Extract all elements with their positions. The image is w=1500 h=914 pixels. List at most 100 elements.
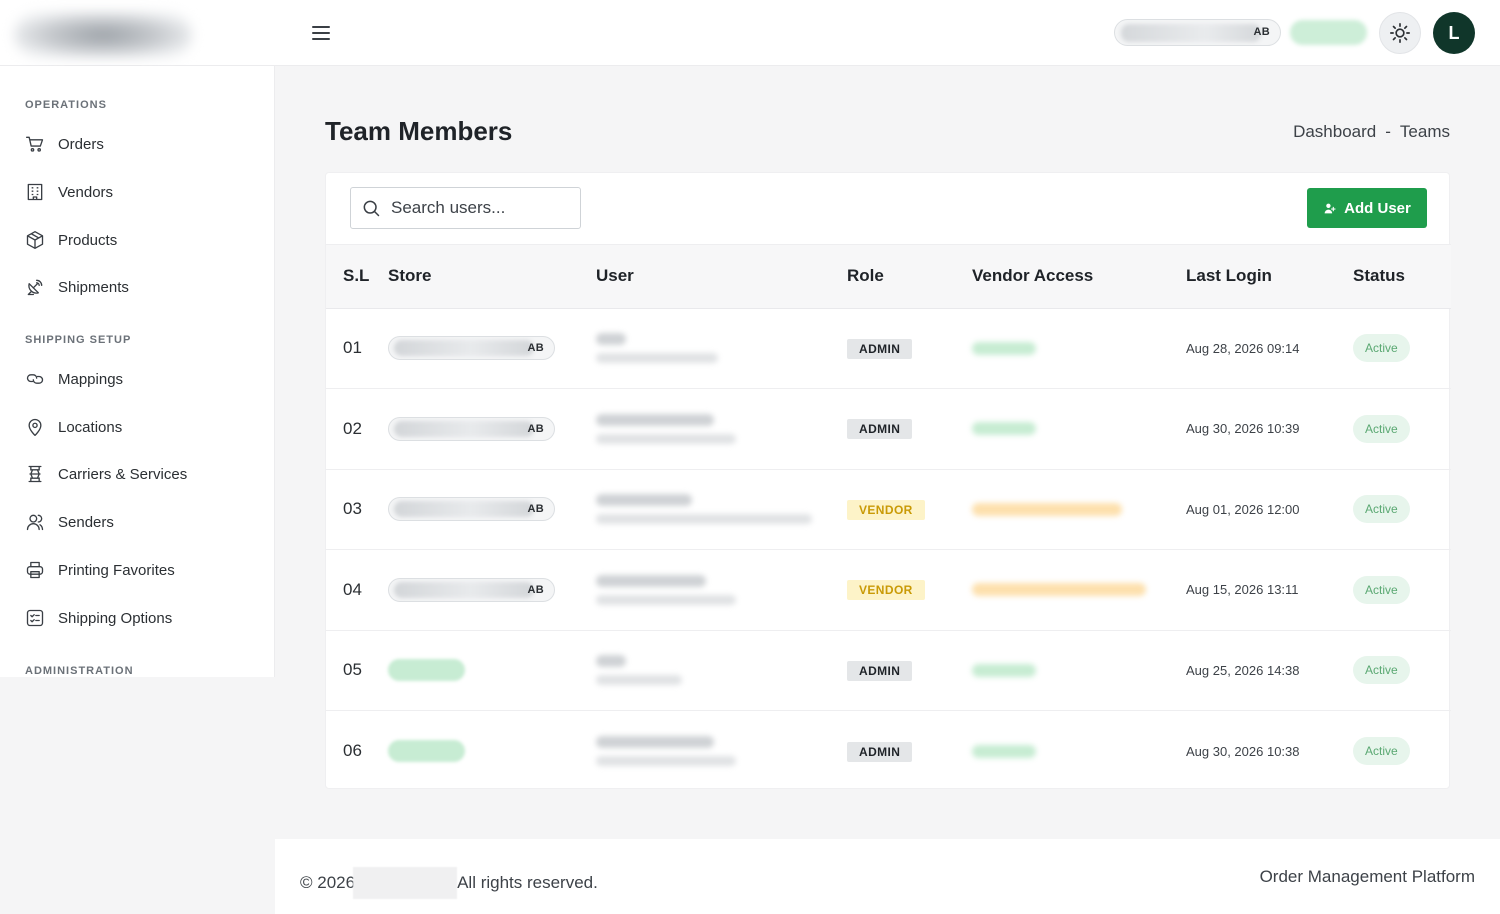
search-box[interactable] [350,187,581,229]
sidebar-item-locations[interactable]: Locations [22,410,262,444]
table-row[interactable]: 02 AB ADMIN Aug 30, 2026 10:39 Active [326,388,1451,470]
add-user-label: Add User [1344,199,1411,217]
status-badge: Active [1353,495,1410,524]
sidebar-item-printing-favorites[interactable]: Printing Favorites [22,553,262,587]
cell-last-login: Aug 30, 2026 10:38 [1186,743,1300,759]
cart-icon [22,131,48,157]
theme-toggle-button[interactable] [1379,12,1421,54]
cell-last-login: Aug 25, 2026 14:38 [1186,630,1353,711]
checklist-icon [22,605,48,631]
store-chip-code: AB [527,503,544,516]
sidebar-item-shipments[interactable]: Shipments [22,270,262,304]
store-selector-code: AB [1253,26,1270,38]
column-header-role[interactable]: Role [847,245,972,309]
cell-sl: 04 [326,549,388,631]
role-badge: VENDOR [847,580,925,601]
sidebar-item-shipping-options[interactable]: Shipping Options [22,601,262,635]
sidebar-item-label: Shipments [58,278,129,296]
cell-sl: 03 [326,469,388,550]
cell-sl: 01 [326,308,388,389]
sidebar-item-label: Shipping Options [58,609,173,627]
platform-name: Order Management Platform [1259,867,1475,886]
sidebar-item-label: Printing Favorites [58,561,175,579]
top-header: AB L [0,0,1500,66]
copyright-year: © 2026 [300,873,356,892]
table-header-row: S.L Store User Role Vendor Access Last L… [326,245,1451,309]
add-user-button[interactable]: Add User [1307,188,1427,228]
cell-store: AB [388,388,596,470]
status-badge: Active [1353,334,1410,363]
sidebar-item-senders[interactable]: Senders [22,505,262,539]
status-indicator [1290,20,1367,45]
sidebar-item-vendors[interactable]: Vendors [22,175,262,209]
role-badge: ADMIN [847,741,913,762]
cell-user [596,549,847,631]
sidebar: OPERATIONS Orders Vendors Products Shipm… [0,66,275,677]
sidebar-section-shipping-setup: SHIPPING SETUP [25,334,132,346]
role-badge: ADMIN [847,338,913,359]
column-header-store[interactable]: Store [388,245,596,309]
cell-role: ADMIN [847,308,972,389]
column-header-vendor-access[interactable]: Vendor Access [972,245,1186,309]
sidebar-section-operations: OPERATIONS [25,99,107,111]
card-toolbar: Add User [326,173,1451,245]
table-row[interactable]: 06 ADMIN Aug 30, 2026 10:38 Active [326,711,1451,792]
sun-icon [1390,23,1410,43]
cell-vendor-access [972,308,1186,389]
store-selector[interactable]: AB [1114,19,1281,46]
cell-sl: 05 [326,630,388,711]
team-members-table: S.L Store User Role Vendor Access Last L… [326,245,1451,791]
sidebar-item-products[interactable]: Products [22,223,262,257]
cell-role: ADMIN [847,388,972,470]
column-header-status[interactable]: Status [1353,245,1451,309]
status-badge: Active [1353,656,1410,685]
sidebar-item-mappings[interactable]: Mappings [22,362,262,396]
conveyor-icon [22,461,48,487]
cell-status: Active [1353,469,1451,550]
user-avatar[interactable]: L [1433,12,1475,54]
rights-text: All rights reserved. [457,873,598,892]
cell-user [596,388,847,470]
building-icon [22,179,48,205]
users-icon [22,509,48,535]
cell-user [596,308,847,389]
store-chip: AB [388,336,555,361]
column-header-sl[interactable]: S.L [326,245,388,309]
cell-sl: 02 [326,388,388,470]
cell-role: ADMIN [847,630,972,711]
column-header-last-login[interactable]: Last Login [1186,245,1353,309]
cell-store [388,711,596,792]
store-chip: AB [388,577,555,602]
breadcrumb-separator: - [1385,122,1391,141]
table-row[interactable]: 01 AB ADMIN Aug 28, 2026 09:14 Active [326,308,1451,389]
search-input[interactable] [391,198,571,218]
sidebar-item-label: Carriers & Services [58,465,188,483]
map-pin-icon [22,414,48,440]
cell-store: AB [388,308,596,389]
status-badge: Active [1353,737,1410,765]
sidebar-item-label: Vendors [58,183,114,201]
table-row[interactable]: 05 ADMIN Aug 25, 2026 14:38 Active [326,630,1451,711]
table-row[interactable]: 03 AB VENDOR Aug 01, 2026 12:00 Active [326,469,1451,550]
sidebar-item-label: Senders [58,513,114,531]
sidebar-item-label: Products [58,231,118,249]
search-icon [363,200,380,217]
cell-user [596,469,847,550]
sidebar-item-orders[interactable]: Orders [22,127,262,161]
cell-vendor-access [972,549,1186,631]
company-name-redacted [353,867,458,899]
store-chip-code: AB [527,583,544,596]
cell-last-login: Aug 15, 2026 13:11 [1186,549,1353,631]
hamburger-menu-icon[interactable] [308,20,334,46]
cell-role: VENDOR [847,549,972,631]
column-header-user[interactable]: User [596,245,847,309]
store-chip: AB [388,497,555,522]
breadcrumb-dashboard-link[interactable]: Dashboard [1293,122,1376,142]
role-badge: VENDOR [847,499,925,520]
cell-last-login: Aug 01, 2026 12:00 [1186,469,1353,550]
cell-vendor-access [972,630,1186,711]
table-row[interactable]: 04 AB VENDOR Aug 15, 2026 13:11 Active [326,549,1451,631]
sidebar-item-carriers-services[interactable]: Carriers & Services [22,457,262,491]
satellite-dish-icon [22,274,48,300]
brand-logo[interactable] [14,12,192,58]
